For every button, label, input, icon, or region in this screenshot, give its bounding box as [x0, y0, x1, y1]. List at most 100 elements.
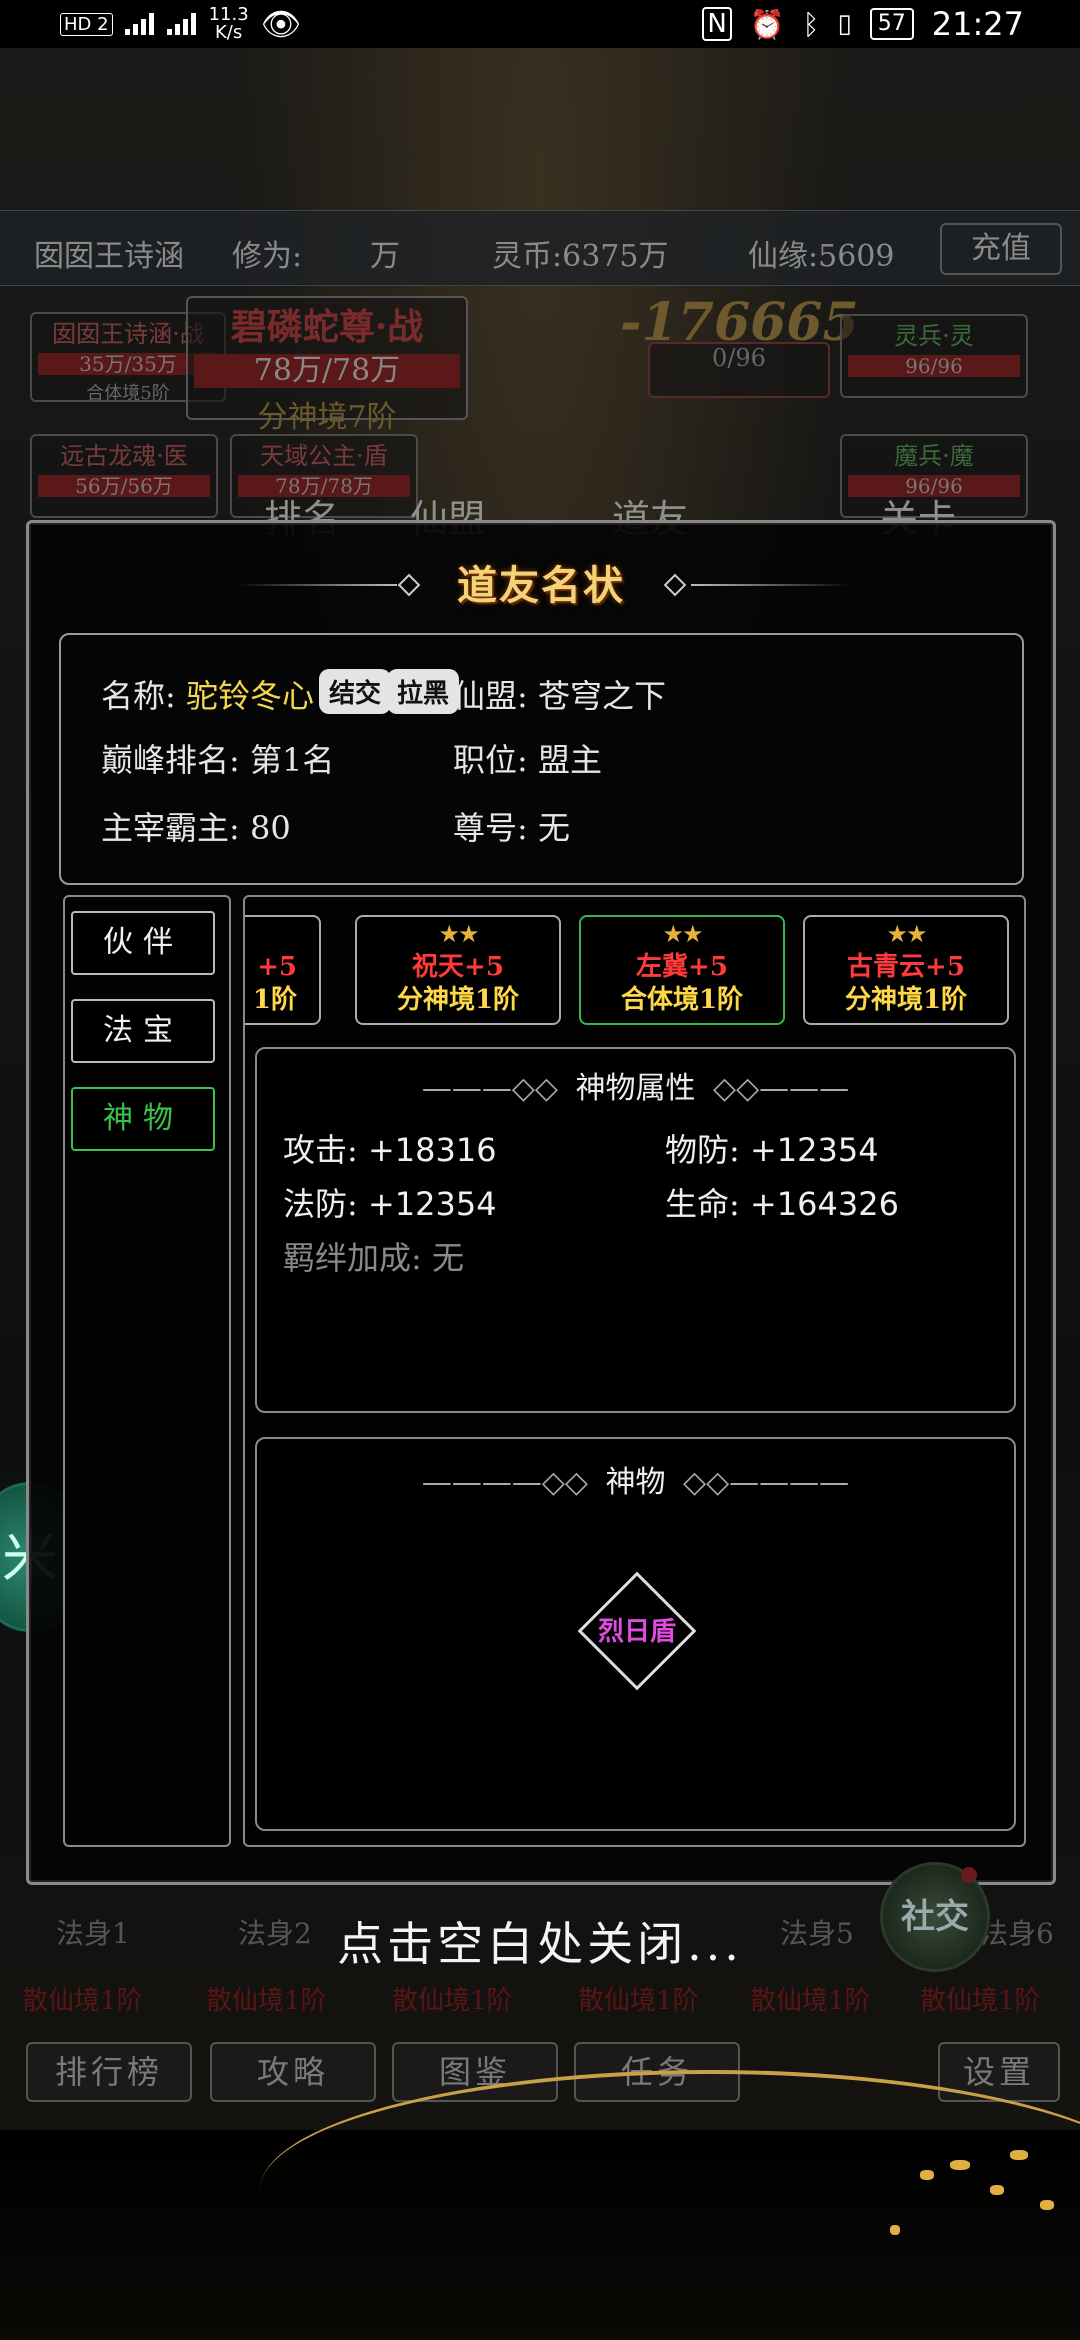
pdef-value: +12354 [749, 1131, 879, 1169]
peak-rank-label: 巅峰排名: [101, 741, 240, 779]
nav-treasure[interactable]: 法宝 [71, 999, 215, 1063]
battery-icon: 57 [869, 8, 914, 40]
position-label: 职位: [453, 741, 528, 779]
category-nav: 伙伴 法宝 神物 [63, 895, 231, 1847]
hd-badge: HD 2 [60, 12, 113, 36]
slot-realm: 散仙境1阶 [22, 1986, 143, 2016]
slot-realm: 散仙境1阶 [392, 1986, 513, 2016]
companion-card[interactable]: ★★ 祝天+5 分神境1阶 [355, 915, 561, 1025]
alliance-row: 仙盟: 苍穹之下 [453, 671, 666, 717]
nfc-icon: N [702, 7, 732, 41]
ornament-left-icon: ———◇◇ [421, 1071, 568, 1106]
companion-card[interactable]: ★★ +5 1阶 [245, 915, 321, 1025]
bond-attr: 羁绊加成: 无 [283, 1233, 464, 1279]
slot-2[interactable]: 法身2 [238, 1912, 312, 1952]
cultivation-value: 万 [370, 239, 400, 274]
ornament-left-icon: ————◇◇ [421, 1465, 598, 1500]
damage-sub: 0/96 [648, 342, 830, 398]
overlord-value: 80 [249, 809, 291, 847]
hp-value: +164326 [749, 1185, 899, 1223]
eye-icon: 👁 [260, 5, 302, 43]
hp-label: 生命: [665, 1185, 740, 1223]
enemy-realm: 分神境7阶 [257, 400, 397, 435]
artifact-attributes: ———◇◇ 神物属性 ◇◇——— 攻击: +18316 物防: +12354 法… [255, 1047, 1016, 1413]
nav-companion[interactable]: 伙伴 [71, 911, 215, 975]
alliance-label: 仙盟: [453, 677, 528, 715]
slot-realm: 散仙境1阶 [920, 1986, 1041, 2016]
slot-realm: 散仙境1阶 [578, 1986, 699, 2016]
recharge-button[interactable]: 充值 [940, 223, 1062, 275]
cultivation-label: 修为: [232, 239, 303, 274]
slot-5[interactable]: 法身5 [780, 1912, 854, 1952]
status-bar: HD 2 11.3 K/s 👁 N ⏰ ᛒ ▯ 57 21:27 [0, 0, 1080, 48]
attack-attr: 攻击: +18316 [283, 1125, 497, 1171]
notification-dot [961, 1867, 977, 1883]
social-button[interactable]: 社交 [880, 1862, 990, 1972]
companion-realm: 分神境1阶 [396, 985, 520, 1015]
ornament-right-icon: ◇◇———— [673, 1465, 850, 1500]
peak-rank-row: 巅峰排名: 第1名 [101, 735, 334, 781]
signal-icon [166, 13, 197, 35]
game-screen: HD 2 11.3 K/s 👁 N ⏰ ᛒ ▯ 57 21:27 囡囡王诗涵 修为… [0, 0, 1080, 2340]
net-speed: 11.3 K/s [209, 6, 249, 42]
star-icon: ★★ [245, 917, 319, 951]
net-speed-unit: K/s [214, 22, 243, 43]
enemy-hp: 78万/78万 [194, 354, 460, 388]
honorific-value: 无 [537, 809, 570, 847]
honorific-row: 尊号: 无 [453, 803, 570, 849]
companion-card[interactable]: ★★ 左冀+5 合体境1阶 [579, 915, 785, 1025]
name-label: 名称: [101, 677, 176, 715]
artifact-section: ————◇◇ 神物 ◇◇———— 烈日盾 [255, 1437, 1016, 1831]
artifact-title: ————◇◇ 神物 ◇◇———— [257, 1457, 1014, 1501]
attack-label: 攻击: [283, 1131, 358, 1169]
companion-name: 古青云+5 [847, 952, 965, 982]
fate-value: 仙缘:5609 [748, 239, 895, 274]
status-left: HD 2 11.3 K/s 👁 [60, 5, 301, 43]
profile-info-box: 名称: 驼铃冬心 结交 拉黑 仙盟: 苍穹之下 巅峰排名: 第1名 职位: 盟主… [59, 633, 1024, 885]
artifact-title-text: 神物 [597, 1465, 674, 1500]
artifact-name[interactable]: 烈日盾 [517, 1611, 757, 1648]
slot-1[interactable]: 法身1 [56, 1912, 130, 1952]
companion-realm: 合体境1阶 [620, 985, 744, 1015]
companion-name: 左冀+5 [636, 952, 728, 982]
attributes-title-text: 神物属性 [567, 1071, 704, 1106]
companion-card[interactable]: ★★ 古青云+5 分神境1阶 [803, 915, 1009, 1025]
mdef-attr: 法防: +12354 [283, 1179, 497, 1225]
slot-6[interactable]: 法身6 [980, 1912, 1054, 1952]
vibrate-icon: ▯ [837, 9, 852, 39]
guide-button[interactable]: 攻略 [210, 2042, 376, 2102]
block-button[interactable]: 拉黑 [387, 669, 460, 714]
overlord-label: 主宰霸主: [101, 809, 240, 847]
top-info-bar: 囡囡王诗涵 修为: 万 灵币:6375万 仙缘:5609 充值 [0, 210, 1080, 286]
friend-profile-modal: 道友名状 名称: 驼铃冬心 结交 拉黑 仙盟: 苍穹之下 巅峰排名: 第1名 职… [26, 520, 1056, 1885]
mdef-label: 法防: [283, 1185, 358, 1223]
alarm-icon: ⏰ [749, 7, 785, 41]
modal-title: 道友名状 [457, 562, 625, 609]
overlord-row: 主宰霸主: 80 [101, 803, 291, 849]
enemy-card: 碧磷蛇尊·战 78万/78万 分神境7阶 [186, 296, 468, 435]
decorative-floor [0, 2070, 1080, 2340]
bond-value: 无 [431, 1239, 464, 1277]
leaderboard-button[interactable]: 排行榜 [26, 2042, 192, 2102]
alliance-value: 苍穹之下 [537, 677, 666, 715]
artifact-panel: ★★ +5 1阶 ★★ 祝天+5 分神境1阶 ★★ 左冀+5 合体境1阶 ★★ … [243, 895, 1026, 1847]
companion-name: +5 [257, 952, 297, 982]
star-icon: ★★ [662, 920, 703, 948]
spirit-coin: 灵币:6375万 [492, 239, 669, 274]
modal-header: 道友名状 [29, 551, 1053, 621]
name-row: 名称: 驼铃冬心 [101, 671, 314, 717]
hp-attr: 生命: +164326 [665, 1179, 899, 1225]
nav-artifact[interactable]: 神物 [71, 1087, 215, 1151]
attack-value: +18316 [367, 1131, 497, 1169]
befriend-button[interactable]: 结交 [319, 669, 392, 714]
enemy-title: 碧磷蛇尊·战 [230, 306, 424, 348]
slot-realm: 散仙境1阶 [750, 1986, 871, 2016]
ornament-right-icon [661, 573, 851, 597]
mdef-value: +12354 [367, 1185, 497, 1223]
spirit-weapon-card: 灵兵·灵 96/96 [840, 314, 1028, 398]
name-value: 驼铃冬心 [185, 677, 314, 715]
spirit-weapon-hp: 96/96 [848, 355, 1020, 377]
player-name: 囡囡王诗涵 [34, 239, 184, 274]
companion-name: 祝天+5 [412, 952, 504, 982]
pdef-label: 物防: [665, 1131, 740, 1169]
